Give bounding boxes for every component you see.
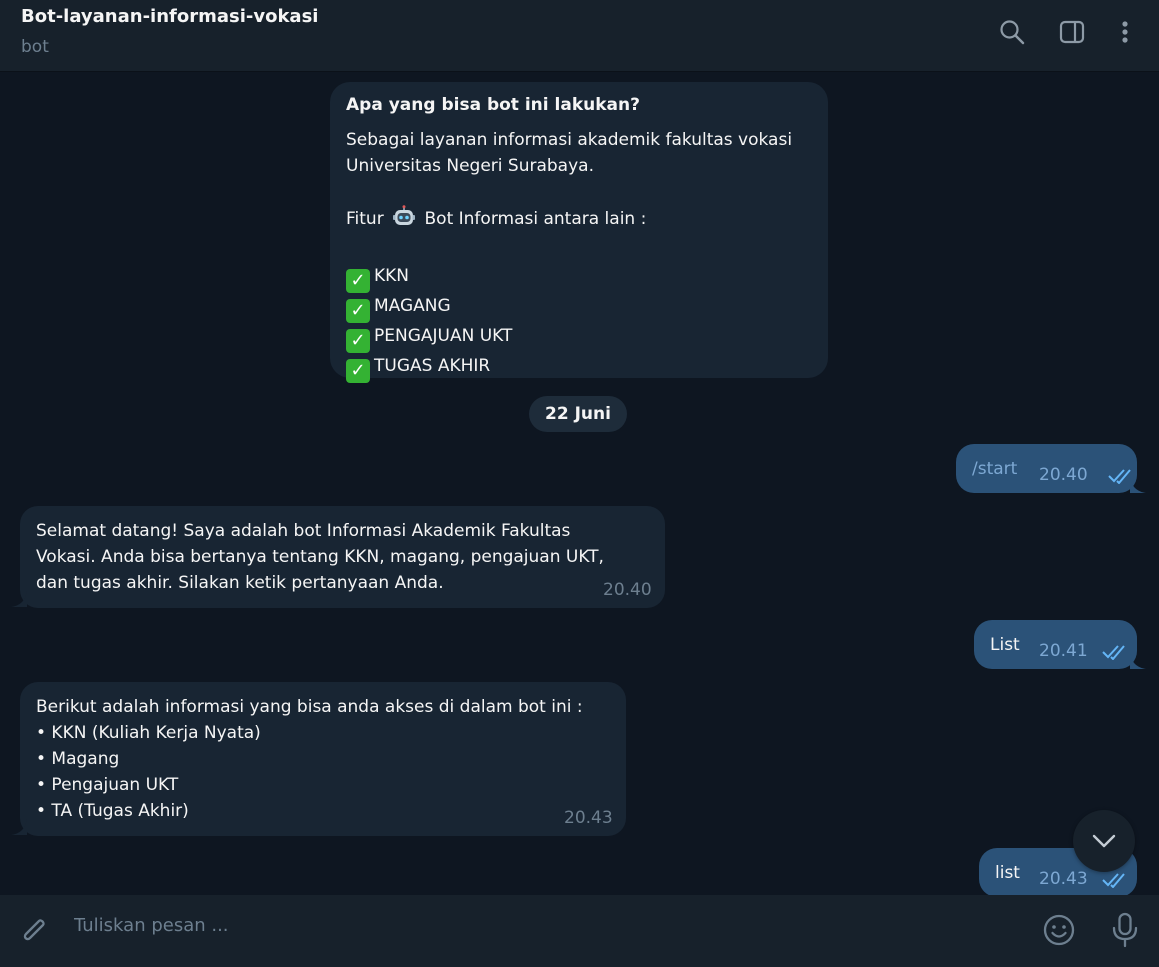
bot-info-line: Universitas Negeri Surabaya.: [346, 156, 594, 176]
message-time: 20.40: [603, 580, 652, 600]
chat-header: Bot-layanan-informasi-vokasi bot: [0, 0, 1159, 72]
more-vertical-icon: [1122, 21, 1128, 43]
read-ticks-icon: [1102, 873, 1125, 888]
check-icon: ✓: [346, 299, 370, 323]
incoming-message[interactable]: Selamat datang! Saya adalah bot Informas…: [20, 506, 665, 608]
chat-subtitle: bot: [21, 37, 49, 57]
message-line: • Magang: [36, 749, 120, 769]
message-line: Selamat datang! Saya adalah bot Informas…: [36, 521, 571, 541]
sidebar-toggle-icon: [1059, 20, 1085, 44]
bot-info-title: Apa yang bisa bot ini lakukan?: [346, 95, 640, 115]
read-ticks-icon: [1102, 645, 1125, 660]
bubble-tail: [11, 591, 27, 607]
message-text: List: [990, 635, 1020, 655]
bot-info-features-heading: Fitur Bot Informasi antara lain :: [346, 205, 812, 237]
message-line: Berikut adalah informasi yang bisa anda …: [36, 697, 583, 717]
message-line: • Pengajuan UKT: [36, 775, 179, 795]
check-icon: ✓: [346, 269, 370, 293]
message-line: dan tugas akhir. Silakan ketik pertanyaa…: [36, 573, 444, 593]
scroll-to-bottom-button[interactable]: [1073, 810, 1135, 872]
message-text: list: [995, 863, 1020, 883]
search-button[interactable]: [994, 14, 1030, 50]
emoji-button[interactable]: [1040, 911, 1078, 949]
feature-item: ✓ KKN: [346, 263, 812, 293]
message-line: Vokasi. Anda bisa bertanya tentang KKN, …: [36, 547, 604, 567]
bubble-tail: [1130, 653, 1146, 669]
chevron-down-icon: [1092, 834, 1116, 848]
incoming-message[interactable]: Berikut adalah informasi yang bisa anda …: [20, 682, 626, 836]
check-icon: ✓: [346, 329, 370, 353]
features-suffix: Bot Informasi antara lain :: [424, 209, 647, 229]
message-line: • TA (Tugas Akhir): [36, 801, 189, 821]
robot-icon: [392, 205, 416, 237]
feature-item: ✓ PENGAJUAN UKT: [346, 323, 812, 353]
message-time: 20.43: [1039, 869, 1088, 889]
features-prefix: Fitur: [346, 209, 384, 229]
date-separator: 22 Juni: [529, 396, 627, 432]
feature-item: ✓ MAGANG: [346, 293, 812, 323]
emoji-icon: [1043, 914, 1075, 946]
voice-button[interactable]: [1106, 911, 1144, 949]
message-composer: [0, 895, 1159, 967]
message-line: • KKN (Kuliah Kerja Nyata): [36, 723, 261, 743]
search-icon: [1000, 20, 1025, 45]
check-icon: ✓: [346, 359, 370, 383]
more-menu-button[interactable]: [1107, 14, 1143, 50]
attach-button[interactable]: [14, 911, 52, 949]
outgoing-message[interactable]: /start 20.40: [956, 444, 1137, 493]
microphone-icon: [1112, 912, 1138, 948]
outgoing-message[interactable]: List 20.41: [974, 620, 1137, 669]
feature-item: ✓ TUGAS AKHIR: [346, 353, 812, 383]
message-text[interactable]: /start: [972, 456, 1017, 482]
paperclip-icon: [23, 919, 45, 941]
chat-title[interactable]: Bot-layanan-informasi-vokasi: [21, 6, 318, 27]
bubble-tail: [1130, 477, 1146, 493]
message-input[interactable]: [74, 915, 974, 936]
message-time: 20.40: [1039, 465, 1088, 485]
bot-info-card: Apa yang bisa bot ini lakukan? Sebagai l…: [330, 82, 828, 383]
bot-info-line: Sebagai layanan informasi akademik fakul…: [346, 130, 793, 150]
sidebar-toggle-button[interactable]: [1054, 14, 1090, 50]
message-time: 20.41: [1039, 641, 1088, 661]
message-time: 20.43: [564, 808, 613, 828]
message-list[interactable]: Apa yang bisa bot ini lakukan? Sebagai l…: [0, 72, 1159, 895]
bubble-tail: [11, 819, 27, 835]
